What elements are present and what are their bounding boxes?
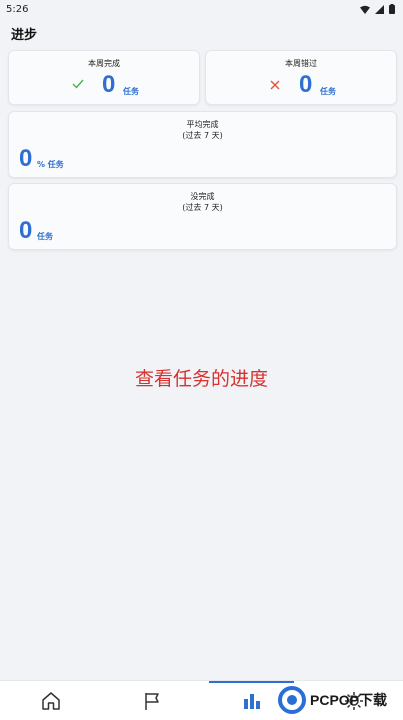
status-time: 5:26 [6,3,29,15]
wifi-icon [360,5,370,14]
not-done-value: 0 [19,217,33,244]
cross-icon [270,80,280,90]
not-done-title: 没完成 [190,192,215,201]
avg-done-title: 平均完成 [186,120,219,129]
watermark-text: PCPOP下载 [310,692,388,708]
week-missed-unit: 任务 [320,87,336,96]
week-done-card: 本周完成 0 任务 [8,50,200,105]
check-icon [72,79,84,89]
bar-chart-icon [244,694,260,709]
battery-icon [389,4,395,14]
page-title: 进步 [11,28,38,43]
nav-goals[interactable] [140,689,164,713]
status-icons [360,4,395,14]
avg-done-card: 平均完成 (过去 7 天) 0 % 任务 [8,111,397,178]
pcpop-watermark: PCPOP下载 [278,682,402,718]
week-missed-card: 本周错过 0 任务 [205,50,397,105]
not-done-period: (过去 7 天) [182,203,223,212]
week-done-value: 0 [102,71,116,98]
status-bar: 5:26 [0,0,403,18]
pcpop-logo-icon [278,686,306,714]
week-done-unit: 任务 [123,87,139,96]
week-missed-value: 0 [299,71,313,98]
avg-done-unit: % 任务 [37,160,64,169]
progress-hint-text: 查看任务的进度 [134,368,268,390]
not-done-card: 没完成 (过去 7 天) 0 任务 [8,183,397,250]
week-missed-title: 本周错过 [285,59,317,68]
avg-done-period: (过去 7 天) [182,131,223,140]
flag-icon [145,693,159,710]
home-icon [42,692,60,710]
signal-icon [375,4,384,14]
nav-home[interactable] [39,689,63,713]
nav-progress[interactable] [240,689,264,713]
not-done-unit: 任务 [37,232,53,241]
avg-done-value: 0 [19,145,33,172]
week-done-title: 本周完成 [88,59,120,68]
